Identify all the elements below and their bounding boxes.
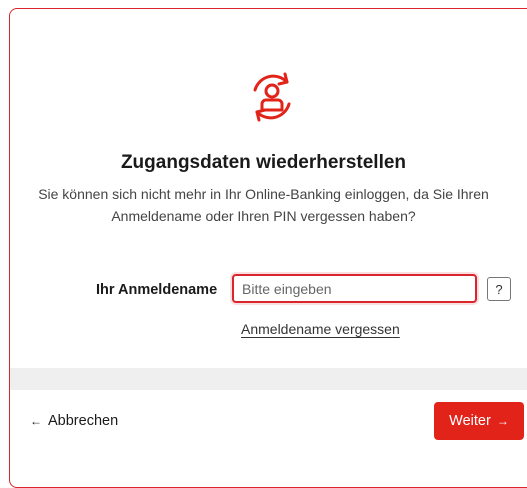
page-title: Zugangsdaten wiederherstellen — [120, 152, 407, 173]
cancel-label: Abbrechen — [48, 413, 119, 429]
username-input[interactable] — [232, 274, 477, 303]
cancel-link[interactable]: ← Abbrechen — [30, 413, 118, 429]
forgot-username-link[interactable]: Anmeldename vergessen — [241, 321, 400, 337]
account-recovery-icon — [253, 72, 291, 122]
next-button[interactable]: Weiter → — [434, 402, 524, 440]
section-divider — [10, 368, 527, 390]
arrow-left-icon: ← — [30, 414, 42, 428]
next-label: Weiter — [449, 413, 491, 429]
username-label: Ihr Anmeldename — [96, 282, 218, 298]
arrow-right-icon: → — [496, 414, 509, 428]
page-subtitle: Sie können sich nicht mehr in Ihr Online… — [38, 186, 489, 224]
help-button[interactable]: ? — [487, 277, 511, 301]
